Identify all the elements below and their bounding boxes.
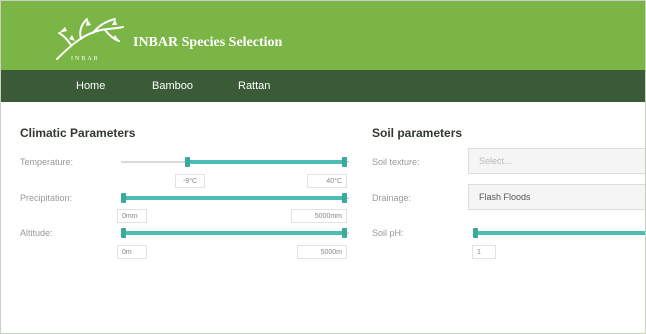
precipitation-slider[interactable] [121, 189, 349, 209]
drainage-value: Flash Floods [479, 192, 531, 202]
altitude-max-handle[interactable] [342, 228, 347, 238]
nav-bar: Home Bamboo Rattan [1, 70, 645, 102]
soil-ph-min-value: 1 [472, 245, 496, 259]
altitude-label: Altitude: [20, 228, 53, 238]
soil-ph-slider[interactable] [473, 224, 645, 244]
soil-texture-select[interactable]: Select... [468, 148, 645, 174]
precipitation-range [121, 196, 347, 200]
temperature-max-handle[interactable] [342, 157, 347, 167]
logo-text: INBAR [71, 56, 100, 62]
temperature-range [187, 160, 346, 164]
nav-rattan[interactable]: Rattan [238, 80, 270, 92]
precipitation-max-handle[interactable] [342, 193, 347, 203]
drainage-label: Drainage: [372, 193, 412, 203]
soil-texture-placeholder: Select... [479, 156, 512, 166]
altitude-max-value: 5000m [297, 245, 347, 259]
altitude-slider[interactable] [121, 224, 349, 244]
nav-bamboo[interactable]: Bamboo [152, 80, 193, 92]
temperature-label: Temperature: [20, 157, 74, 167]
temperature-min-value: -9°C [175, 174, 205, 188]
app-title: INBAR Species Selection [133, 35, 283, 50]
precipitation-label: Precipitation: [20, 193, 73, 203]
soil-section-title: Soil parameters [372, 126, 463, 140]
drainage-select[interactable]: Flash Floods [468, 184, 645, 210]
app-frame: INBAR INBAR Species Selection Home Bambo… [0, 0, 646, 334]
nav-home[interactable]: Home [76, 80, 105, 92]
soil-ph-min-handle[interactable] [473, 228, 478, 238]
soil-ph-range [475, 231, 645, 235]
header-bar: INBAR INBAR Species Selection [1, 1, 645, 70]
temperature-slider[interactable] [121, 153, 349, 173]
soil-ph-label: Soil pH: [372, 228, 404, 238]
altitude-range [121, 231, 347, 235]
precipitation-min-value: 0mm [117, 209, 147, 223]
altitude-min-value: 0m [117, 245, 147, 259]
soil-texture-label: Soil texture: [372, 157, 420, 167]
climatic-section-title: Climatic Parameters [20, 126, 136, 140]
temperature-max-value: 40°C [307, 174, 347, 188]
precipitation-max-value: 5000mm [291, 209, 347, 223]
altitude-min-handle[interactable] [121, 228, 126, 238]
precipitation-min-handle[interactable] [121, 193, 126, 203]
temperature-min-handle[interactable] [185, 157, 190, 167]
